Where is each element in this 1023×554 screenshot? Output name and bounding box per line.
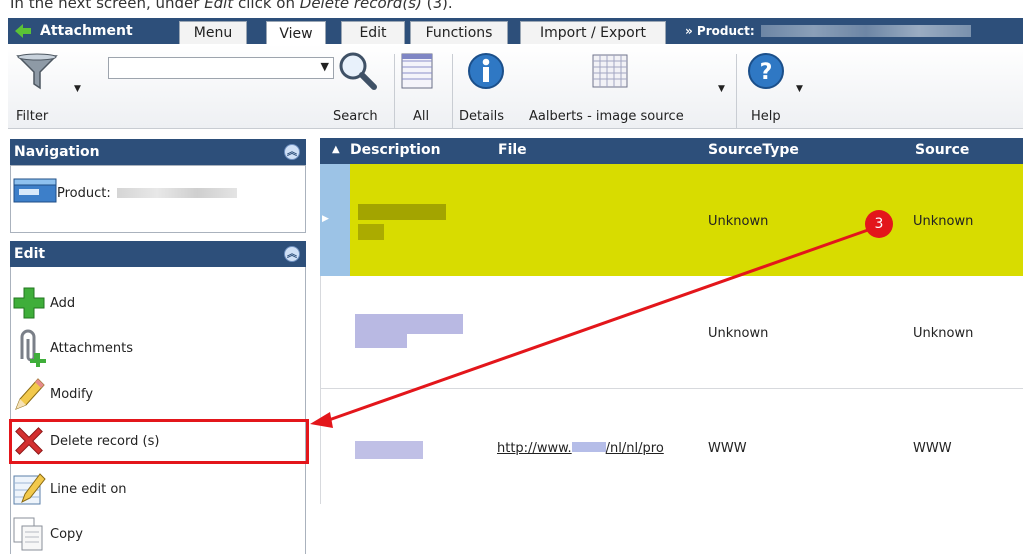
step-badge: 3	[865, 210, 893, 238]
annotation-arrow	[310, 228, 869, 428]
